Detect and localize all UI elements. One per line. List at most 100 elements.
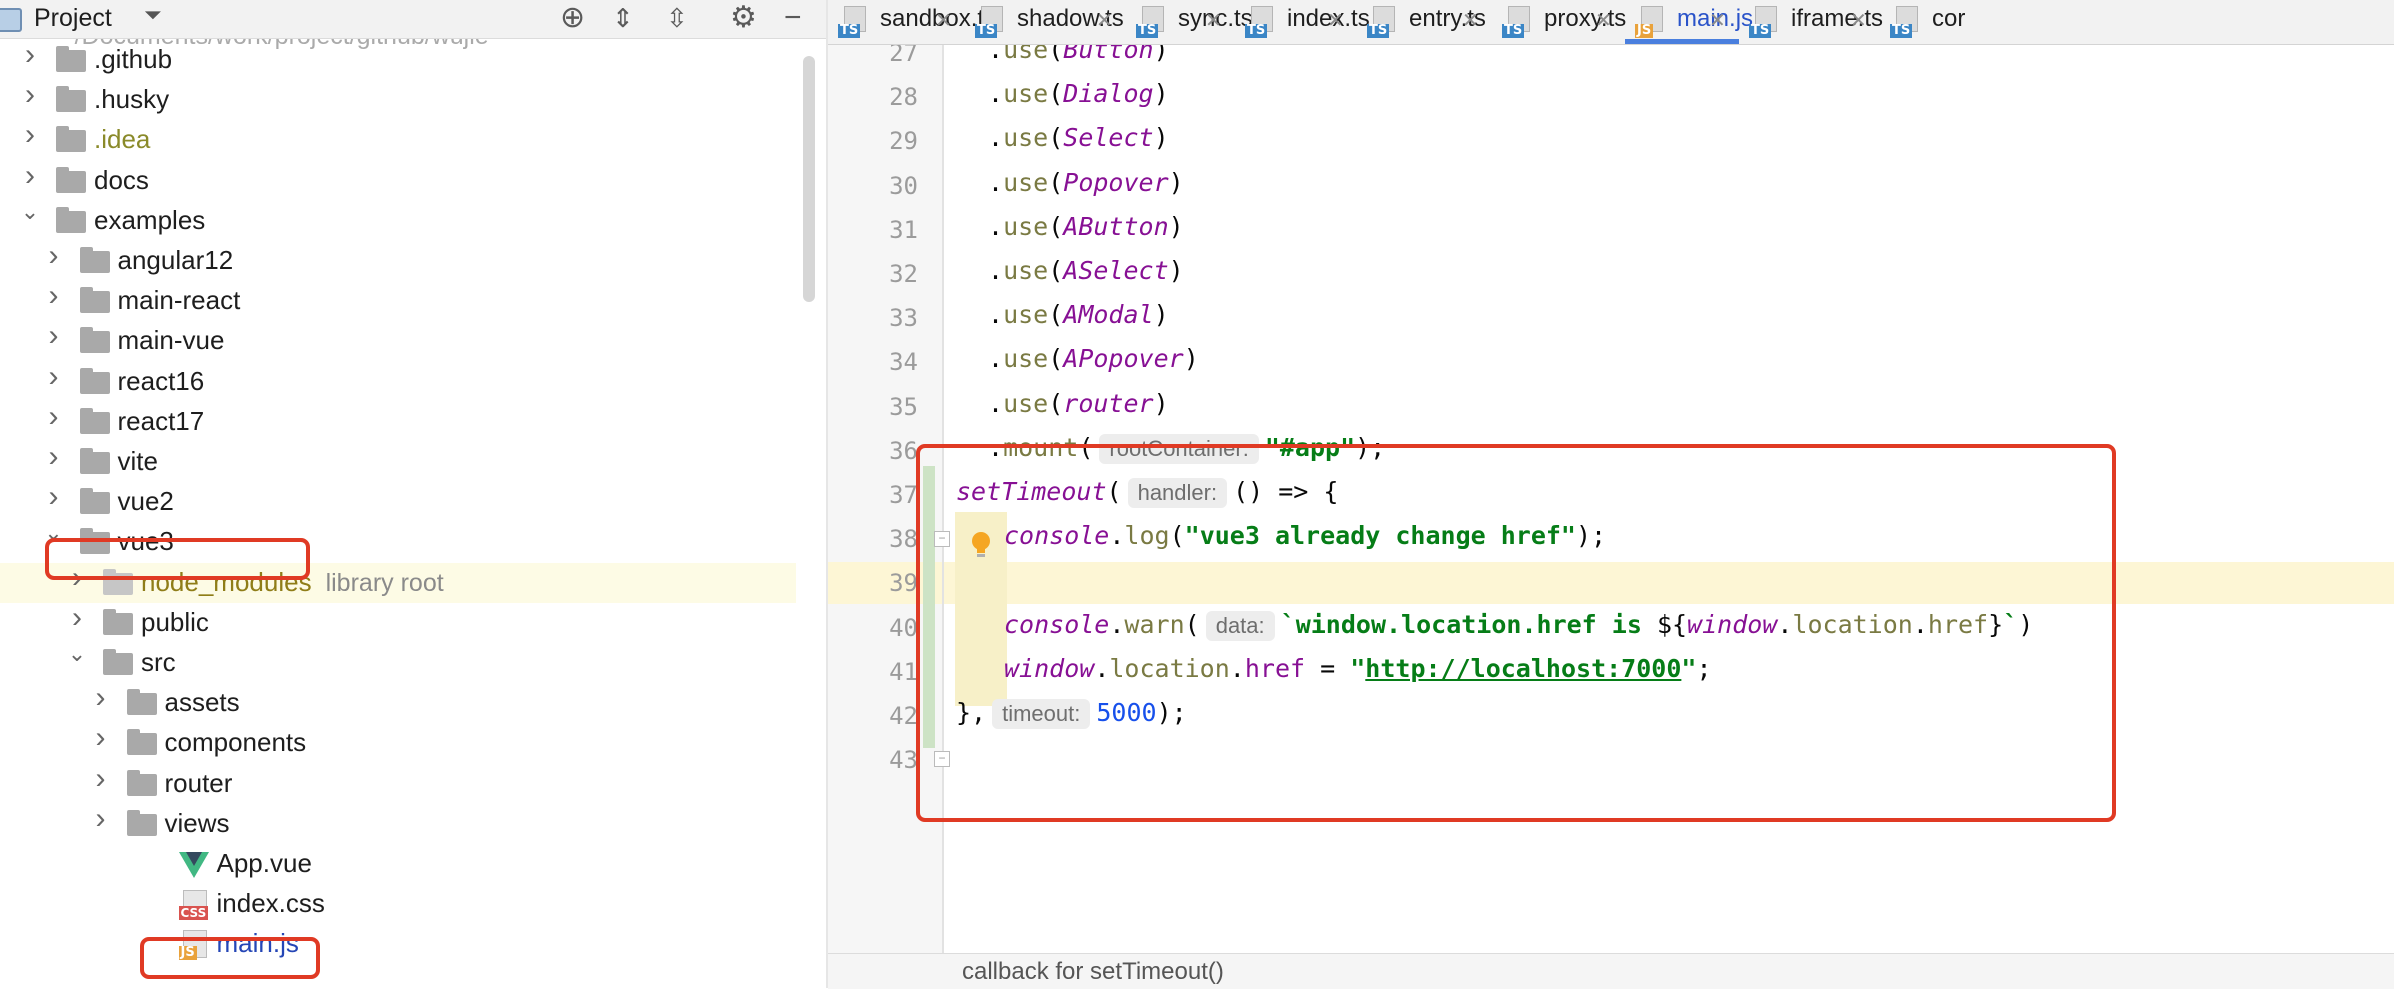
project-view-icon [0, 8, 22, 32]
chevron-down-icon[interactable]: ⏷ [144, 2, 162, 28]
chevron-right-icon[interactable]: › [44, 319, 64, 353]
tree-item-angular12[interactable]: › angular12 [0, 239, 796, 281]
tree-item-react16[interactable]: › react16 [0, 360, 796, 402]
file-type-tag: TS [1367, 23, 1390, 38]
chevron-right-icon[interactable]: › [91, 762, 111, 796]
tree-item-main-js[interactable]: JS main.js [0, 924, 796, 964]
chevron-down-icon[interactable]: ⌄ [20, 199, 40, 225]
chevron-right-icon[interactable]: › [67, 601, 87, 635]
tree-item-vue2[interactable]: › vue2 [0, 480, 796, 522]
use-argument: ASelect [1063, 256, 1169, 285]
expand-all-icon[interactable]: ⇕ [612, 1, 634, 35]
tree-item-label: react17 [117, 405, 205, 436]
code-line: .use(Button) [988, 45, 1169, 64]
use-argument: APopover [1063, 344, 1184, 374]
method-name: use [1003, 79, 1049, 109]
tree-item-main-vue[interactable]: › main-vue [0, 319, 796, 361]
tab-entry-ts[interactable]: TS entry.ts ✕ [1357, 0, 1492, 44]
tree-item-views[interactable]: › views [0, 802, 796, 844]
settings-icon[interactable]: ⚙ [730, 1, 757, 35]
chevron-right-icon[interactable]: › [44, 239, 64, 273]
close-icon[interactable]: ✕ [1096, 8, 1113, 33]
use-argument: Button [1063, 45, 1154, 64]
tree-item-react17[interactable]: › react17 [0, 400, 796, 442]
use-argument: AButton [1063, 211, 1169, 241]
chevron-right-icon[interactable]: › [44, 360, 64, 394]
close-icon[interactable]: ✕ [1850, 8, 1867, 33]
tree-item-assets[interactable]: › assets [0, 681, 796, 723]
js-file-icon: JS [1635, 6, 1665, 38]
tree-scrollbar-thumb[interactable] [803, 56, 815, 302]
tree-item-public[interactable]: › public [0, 601, 796, 643]
tab-label: cor [1932, 5, 1966, 32]
collapse-all-icon[interactable]: ⇳ [666, 1, 688, 35]
close-icon[interactable]: ✕ [1709, 8, 1726, 33]
close-icon[interactable]: ✕ [1327, 8, 1344, 33]
file-type-tag: TS [1502, 23, 1525, 38]
chevron-right-icon[interactable]: › [20, 159, 40, 193]
close-icon[interactable]: ✕ [1462, 8, 1479, 33]
tab-sandbox-ts[interactable]: TS sandbox.ts ✕ [828, 0, 996, 44]
tree-item--husky[interactable]: › .husky [0, 78, 796, 120]
tree-item-src[interactable]: ⌄ src [0, 641, 796, 683]
tree-item-label: .husky [94, 84, 170, 115]
tab-main-js[interactable]: JS main.js ✕ [1625, 0, 1753, 44]
file-type-tag: TS [975, 23, 998, 38]
tree-item-index-css[interactable]: CSS index.css [0, 884, 796, 924]
tab-proxy-ts[interactable]: TS proxy.ts ✕ [1492, 0, 1627, 44]
folder-icon [103, 649, 133, 675]
locate-icon[interactable]: ⊕ [560, 1, 585, 35]
tree-item-label: examples [94, 204, 206, 235]
code-line: .use(APopover) [988, 344, 1199, 374]
close-icon[interactable]: ✕ [935, 8, 952, 33]
tree-item-label: components [164, 727, 307, 758]
close-icon[interactable]: ✕ [1595, 8, 1612, 33]
tree-item--github[interactable]: › .github [0, 38, 796, 80]
close-icon[interactable]: ✕ [1205, 8, 1222, 33]
tree-item-examples[interactable]: ⌄ examples [0, 199, 796, 241]
chevron-right-icon[interactable]: › [91, 681, 111, 715]
method-name: use [1003, 211, 1049, 241]
tab-index-ts[interactable]: TS index.ts ✕ [1235, 0, 1370, 44]
tree-item-components[interactable]: › components [0, 721, 796, 763]
tree-item-vite[interactable]: › vite [0, 440, 796, 482]
line-number: 41 [889, 657, 918, 686]
active-tab-indicator [1625, 39, 1739, 44]
line-number: 33 [889, 304, 918, 333]
folder-icon [126, 729, 157, 756]
ts-file-icon: TS [1367, 6, 1397, 38]
breadcrumb[interactable]: callback for setTimeout() [962, 958, 1224, 986]
line-number: 36 [889, 436, 918, 465]
file-type-tag: TS [1245, 23, 1268, 38]
tab-cor[interactable]: TS cor [1880, 0, 1965, 44]
chevron-right-icon[interactable]: › [44, 440, 64, 474]
tree-item-label: docs [94, 164, 149, 195]
chevron-right-icon[interactable]: › [44, 480, 64, 514]
line-number: 43 [889, 746, 918, 775]
method-name: use [1003, 123, 1049, 153]
tree-item--idea[interactable]: › .idea [0, 118, 796, 160]
vue-file-icon [178, 852, 209, 878]
chevron-right-icon[interactable]: › [20, 78, 40, 112]
chevron-right-icon[interactable]: › [91, 802, 111, 836]
chevron-right-icon[interactable]: › [44, 400, 64, 434]
tab-iframe-ts[interactable]: TS iframe.ts ✕ [1739, 0, 1883, 44]
tab-sync-ts[interactable]: TS sync.ts ✕ [1126, 0, 1253, 44]
chevron-right-icon[interactable]: › [20, 38, 40, 72]
tree-item-label: router [164, 767, 233, 798]
tab-shadow-ts[interactable]: TS shadow.ts ✕ [965, 0, 1126, 44]
tree-item-main-react[interactable]: › main-react [0, 279, 796, 321]
chevron-right-icon[interactable]: › [20, 118, 40, 152]
tree-item-docs[interactable]: › docs [0, 159, 796, 201]
tab-label: proxy.ts [1544, 5, 1627, 32]
chevron-right-icon[interactable]: › [44, 279, 64, 313]
chevron-down-icon[interactable]: ⌄ [67, 641, 87, 667]
chevron-right-icon[interactable]: › [91, 721, 111, 755]
project-title[interactable]: Project [34, 4, 112, 33]
tree-item-router[interactable]: › router [0, 762, 796, 804]
tree-item-label: main-vue [117, 325, 225, 356]
tree-item-app-vue[interactable]: App.vue [0, 844, 796, 884]
code-line: .use(Popover) [988, 167, 1184, 197]
method-name: use [1003, 167, 1049, 197]
hide-icon[interactable]: − [784, 1, 802, 35]
